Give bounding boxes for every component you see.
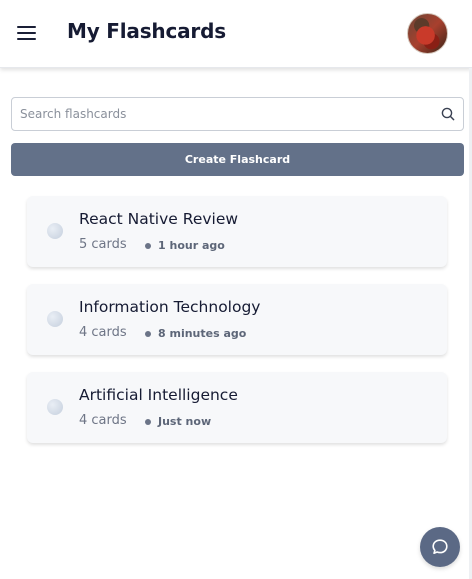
- deck-title: Information Technology: [79, 298, 261, 316]
- deck-card[interactable]: Artificial Intelligence 4 cards Just now: [27, 372, 447, 443]
- deck-status-dot: [47, 223, 63, 239]
- separator-dot: [145, 419, 151, 425]
- hamburger-menu-icon[interactable]: [16, 24, 38, 44]
- deck-card[interactable]: React Native Review 5 cards 1 hour ago: [27, 196, 447, 267]
- deck-title: React Native Review: [79, 210, 239, 228]
- chat-bubble-icon: [432, 539, 448, 554]
- chat-button[interactable]: [420, 527, 460, 567]
- deck-card[interactable]: Information Technology 4 cards 8 minutes…: [27, 284, 447, 355]
- deck-card-count: 4 cards: [79, 413, 127, 428]
- deck-card-count: 5 cards: [79, 237, 127, 252]
- deck-title: Artificial Intelligence: [79, 386, 238, 404]
- deck-timestamp: 8 minutes ago: [158, 327, 247, 340]
- search-icon[interactable]: [441, 107, 455, 121]
- deck-timestamp: 1 hour ago: [158, 239, 225, 252]
- menu-line: [17, 26, 36, 29]
- deck-status-dot: [47, 311, 63, 327]
- separator-dot: [145, 331, 151, 337]
- page-title: My Flashcards: [67, 19, 226, 43]
- menu-line: [17, 38, 36, 41]
- menu-line: [17, 32, 36, 35]
- app-header: My Flashcards: [0, 0, 472, 68]
- create-flashcard-button[interactable]: Create Flashcard: [11, 143, 464, 176]
- deck-status-dot: [47, 399, 63, 415]
- user-avatar[interactable]: [407, 13, 448, 54]
- search-input[interactable]: [20, 98, 430, 130]
- deck-timestamp: Just now: [158, 415, 212, 428]
- deck-card-count: 4 cards: [79, 325, 127, 340]
- app-root: My Flashcards Create Flashcard React Nat…: [0, 0, 472, 579]
- search-bar: [11, 97, 464, 131]
- separator-dot: [145, 243, 151, 249]
